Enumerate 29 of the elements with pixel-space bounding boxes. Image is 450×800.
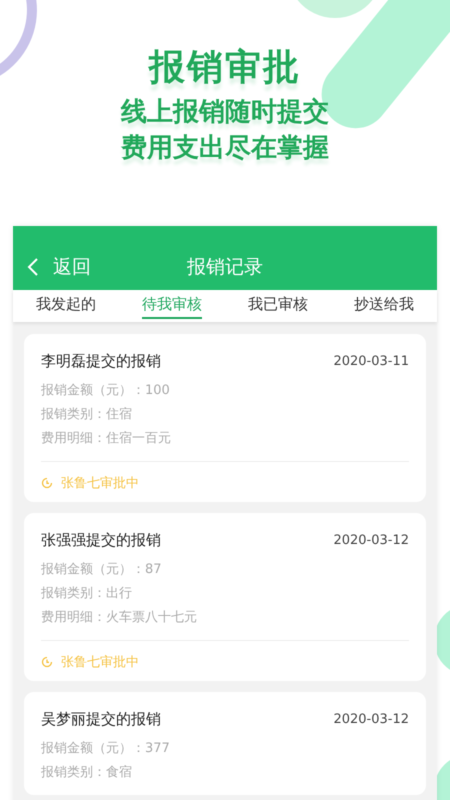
record-title: 张强强提交的报销 (41, 531, 161, 550)
record-title: 吴梦丽提交的报销 (41, 710, 161, 729)
promo-tagline: 线上报销随时提交 (121, 96, 329, 129)
promo-title: 报销审批 (149, 46, 301, 90)
record-field: 费用明细：住宿一百元 (41, 427, 409, 451)
record-title: 李明磊提交的报销 (41, 352, 161, 371)
approval-status: 张鲁七审批中 (61, 475, 139, 492)
promo-tagline: 费用支出尽在掌握 (121, 132, 329, 165)
record-card[interactable]: 张强强提交的报销 2020-03-12 报销金额（元）：87 报销类别：出行 费用明细：火车票八十七元 张鲁七审批中 (24, 513, 426, 681)
record-date: 2020-03-11 (333, 354, 409, 369)
tab[interactable]: 我已审核 (248, 293, 308, 319)
back-icon (27, 258, 39, 276)
tab[interactable]: 抄送给我 (354, 293, 414, 319)
clock-icon (41, 656, 53, 668)
record-field: 费用明细：火车票八十七元 (41, 606, 409, 630)
record-field: 报销类别：出行 (41, 582, 409, 606)
screen-title: 报销记录 (186, 255, 264, 280)
record-field: 报销金额（元）：377 (41, 737, 409, 761)
record-field: 报销类别：食宿 (41, 761, 409, 785)
record-field: 报销金额（元）：100 (41, 379, 409, 403)
record-card[interactable]: 吴梦丽提交的报销 2020-03-12 报销金额（元）：377 报销类别：食宿 (24, 692, 426, 795)
record-date: 2020-03-12 (333, 712, 409, 727)
clock-icon (41, 477, 53, 489)
tab[interactable]: 我发起的 (36, 293, 96, 319)
approval-status: 张鲁七审批中 (61, 654, 139, 671)
record-field: 报销类别：住宿 (41, 403, 409, 427)
record-field: 报销金额（元）：87 (41, 558, 409, 582)
record-card[interactable]: 李明磊提交的报销 2020-03-11 报销金额（元）：100 报销类别：住宿 费用明细：住宿一百元 张鲁七审批中 (24, 334, 426, 502)
record-date: 2020-03-12 (333, 533, 409, 548)
